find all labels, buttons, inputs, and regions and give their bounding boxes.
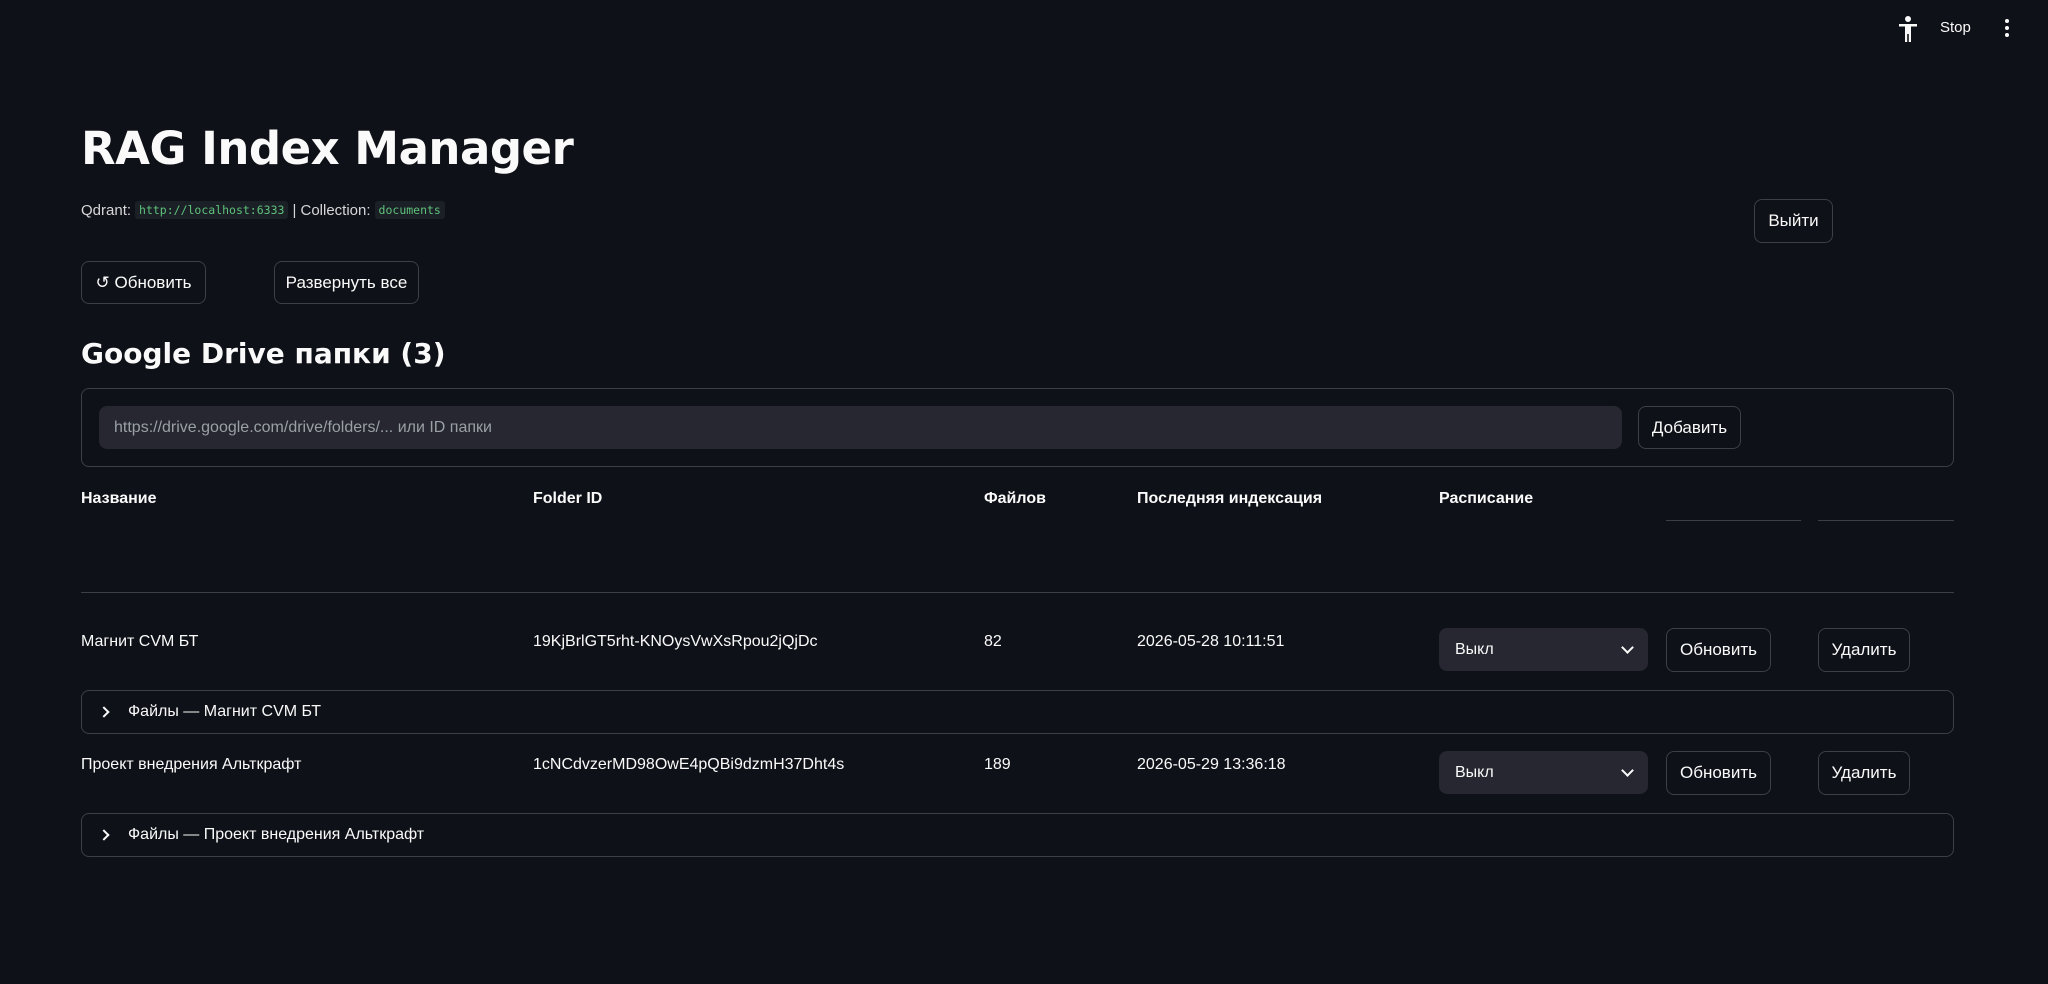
page-title: RAG Index Manager xyxy=(81,122,574,175)
column-header-last-indexed: Последняя индексация xyxy=(1137,490,1323,507)
schedule-select[interactable]: Выкл xyxy=(1439,628,1648,671)
file-count: 82 xyxy=(984,633,1002,650)
schedule-select[interactable]: Выкл xyxy=(1439,751,1648,794)
add-folder-button[interactable]: Добавить xyxy=(1638,406,1741,449)
chevron-right-icon xyxy=(98,829,110,841)
qdrant-label: Qdrant: xyxy=(81,201,132,219)
top-toolbar: Stop xyxy=(0,0,2048,56)
table-divider xyxy=(81,592,1954,593)
chevron-down-icon xyxy=(1621,640,1634,654)
folder-name: Проект внедрения Альткрафт xyxy=(81,756,302,773)
refresh-folder-button[interactable]: Обновить xyxy=(1666,751,1771,795)
column-header-schedule: Расписание xyxy=(1439,490,1534,507)
kebab-menu-icon[interactable] xyxy=(2000,15,2014,41)
logout-button[interactable]: Выйти xyxy=(1754,199,1833,243)
collection-label: | Collection: xyxy=(292,201,371,219)
files-expander[interactable]: Файлы — Проект внедрения Альткрафт xyxy=(81,813,1954,857)
qdrant-url: http://localhost:6333 xyxy=(135,201,289,219)
last-indexed: 2026-05-28 10:11:51 xyxy=(1137,633,1285,650)
folder-id: 19KjBrlGT5rht-KNOysVwXsRpou2jQjDc xyxy=(533,633,818,650)
schedule-value: Выкл xyxy=(1455,763,1494,781)
chevron-right-icon xyxy=(98,706,110,718)
column-header-folder-id: Folder ID xyxy=(533,490,603,507)
folder-name: Магнит CVM БТ xyxy=(81,633,199,650)
chevron-down-icon xyxy=(1621,763,1634,777)
folder-url-input[interactable] xyxy=(99,406,1622,449)
folders-section-title: Google Drive папки (3) xyxy=(81,337,446,370)
files-expander[interactable]: Файлы — Магнит CVM БТ xyxy=(81,690,1954,734)
collection-name: documents xyxy=(374,201,445,219)
refresh-folder-button[interactable]: Обновить xyxy=(1666,628,1771,672)
expand-all-button[interactable]: Развернуть все xyxy=(274,261,419,304)
expander-label: Файлы — Магнит CVM БТ xyxy=(128,703,322,720)
delete-folder-button[interactable]: Удалить xyxy=(1818,751,1910,795)
column-header-name: Название xyxy=(81,490,157,507)
schedule-value: Выкл xyxy=(1455,640,1494,658)
column-header-delete-empty xyxy=(1818,520,1954,521)
file-count: 189 xyxy=(984,756,1011,773)
expander-label: Файлы — Проект внедрения Альткрафт xyxy=(128,826,425,843)
running-man-icon[interactable] xyxy=(1896,15,1920,43)
folder-id: 1cNCdvzerMD98OwE4pQBi9dzmH37Dht4s xyxy=(533,756,845,773)
last-indexed: 2026-05-29 13:36:18 xyxy=(1137,756,1286,773)
refresh-all-button[interactable]: ↺ Обновить xyxy=(81,261,206,304)
add-folder-form: Добавить xyxy=(81,388,1954,467)
stop-button[interactable]: Stop xyxy=(1940,19,1971,36)
delete-folder-button[interactable]: Удалить xyxy=(1818,628,1910,672)
column-header-files: Файлов xyxy=(984,490,1046,507)
column-header-refresh-empty xyxy=(1666,520,1801,521)
connection-info: Qdrant: http://localhost:6333 | Collecti… xyxy=(81,201,449,219)
